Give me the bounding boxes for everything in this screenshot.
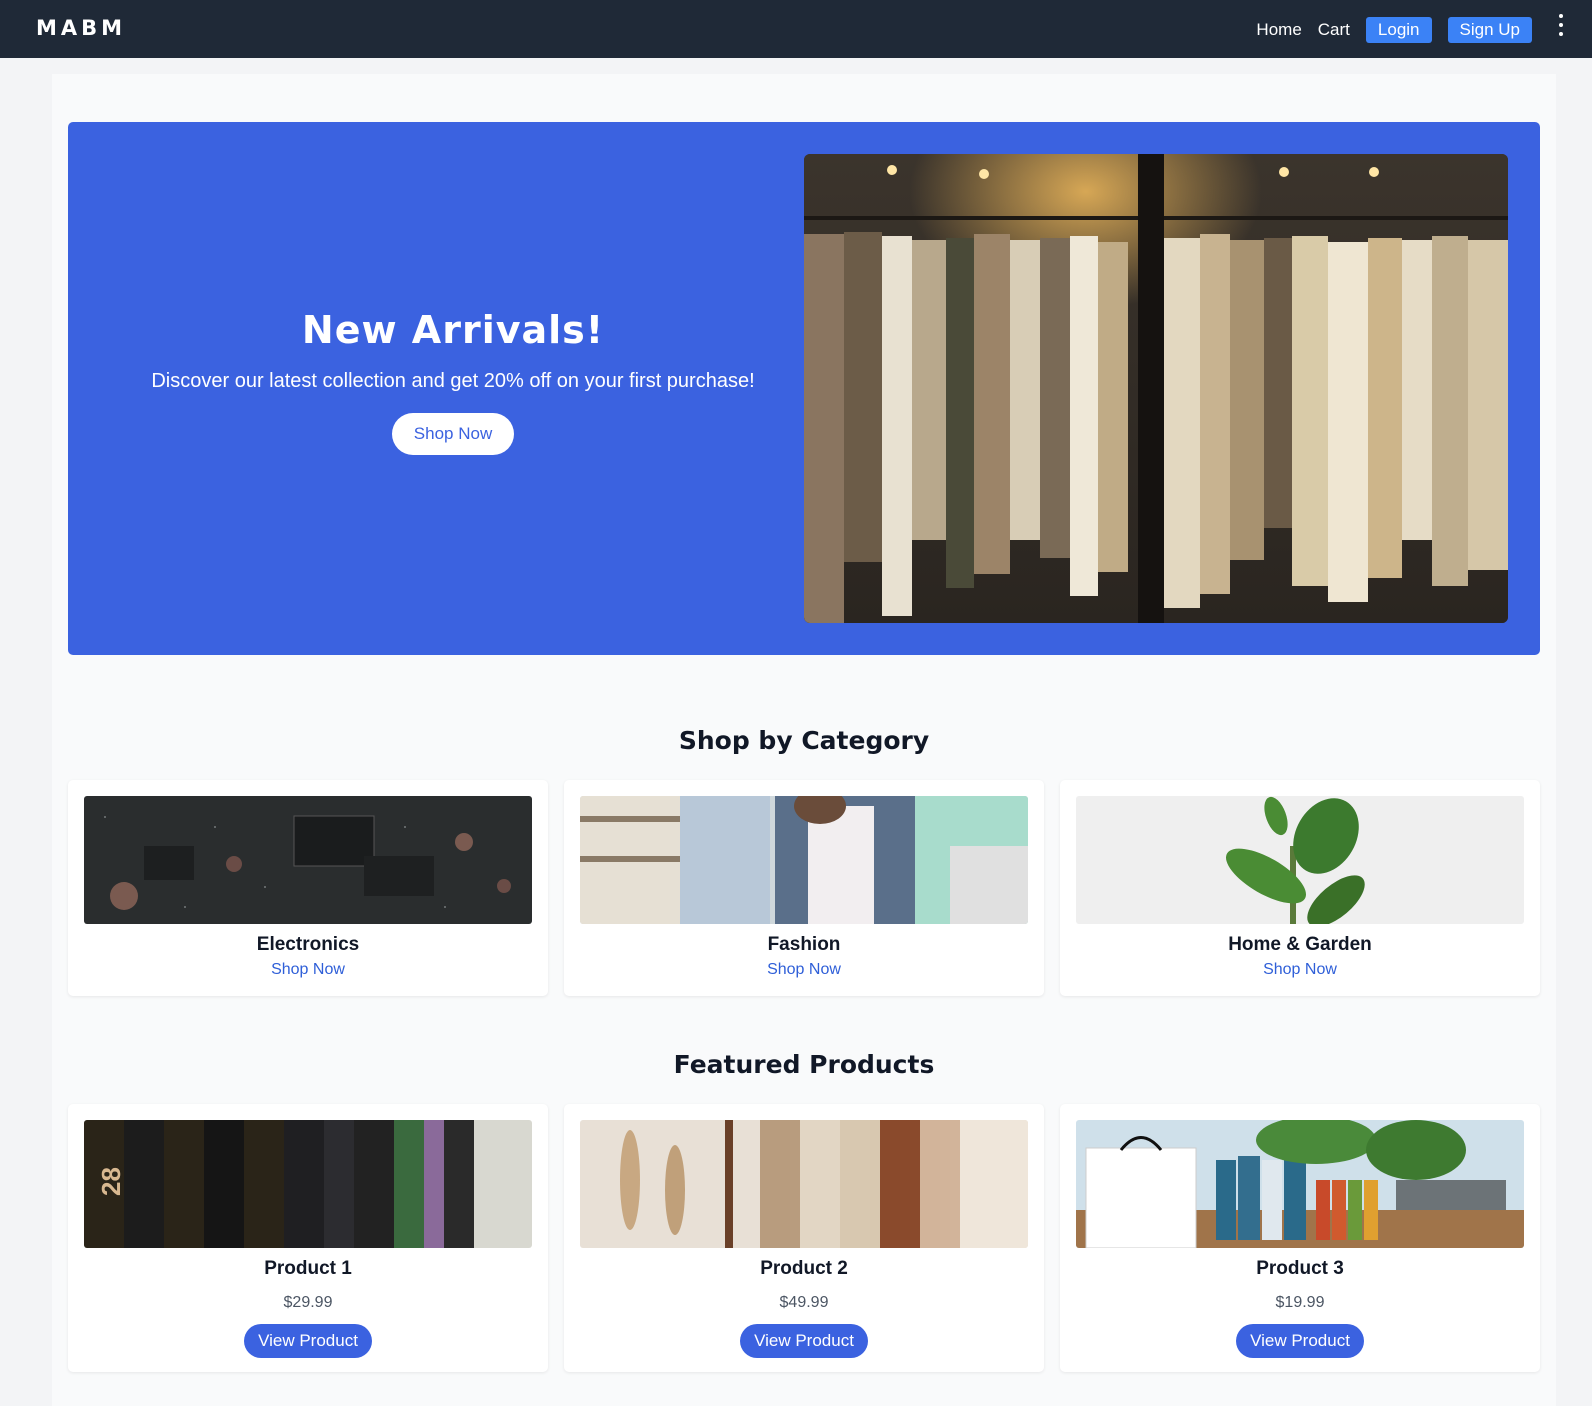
product-card-1[interactable]: 28 Product 1 $29.99 View Product — [68, 1104, 548, 1372]
site-logo[interactable]: MABM — [36, 16, 126, 40]
hero-image — [804, 154, 1508, 623]
category-image-home-garden — [1076, 796, 1524, 924]
hero-shop-now-button[interactable]: Shop Now — [392, 413, 514, 455]
product-name: Product 3 — [1256, 1258, 1344, 1279]
view-product-button[interactable]: View Product — [244, 1324, 372, 1358]
product-image-3 — [1076, 1120, 1524, 1248]
category-shop-now-link[interactable]: Shop Now — [68, 961, 548, 979]
product-name: Product 2 — [760, 1258, 848, 1279]
category-card-fashion[interactable]: Fashion Shop Now — [564, 780, 1044, 996]
product-name: Product 1 — [264, 1258, 352, 1279]
category-card-home-garden[interactable]: Home & Garden Shop Now — [1060, 780, 1540, 996]
hero-subtitle: Discover our latest collection and get 2… — [151, 370, 755, 392]
more-menu-icon[interactable] — [1556, 14, 1566, 36]
main-container: New Arrivals! Discover our latest collec… — [52, 74, 1556, 1406]
category-name: Home & Garden — [1228, 934, 1372, 955]
featured-section-title: Featured Products — [673, 1050, 935, 1079]
hero-text: New Arrivals! Discover our latest collec… — [68, 122, 838, 655]
view-product-button[interactable]: View Product — [1236, 1324, 1364, 1358]
product-price: $29.99 — [283, 1294, 333, 1311]
category-card-electronics[interactable]: Electronics Shop Now — [68, 780, 548, 996]
category-name: Fashion — [767, 934, 841, 955]
category-shop-now-link[interactable]: Shop Now — [564, 961, 1044, 979]
product-card-3[interactable]: Product 3 $19.99 View Product — [1060, 1104, 1540, 1372]
nav-links: Home Cart Login Sign Up — [1256, 17, 1532, 43]
category-image-electronics — [84, 796, 532, 924]
svg-text:28: 28 — [96, 1167, 126, 1196]
nav-home-link[interactable]: Home — [1256, 20, 1301, 40]
hero-title: New Arrivals! — [301, 308, 605, 352]
product-card-2[interactable]: Product 2 $49.99 View Product — [564, 1104, 1044, 1372]
nav-cart-link[interactable]: Cart — [1318, 20, 1350, 40]
top-navbar: MABM Home Cart Login Sign Up — [0, 0, 1592, 58]
category-image-fashion — [580, 796, 1028, 924]
product-image-1: 28 — [84, 1120, 532, 1248]
signup-button[interactable]: Sign Up — [1447, 17, 1532, 43]
product-image-2 — [580, 1120, 1028, 1248]
view-product-button[interactable]: View Product — [740, 1324, 868, 1358]
product-price: $19.99 — [1275, 1294, 1325, 1311]
category-shop-now-link[interactable]: Shop Now — [1060, 961, 1540, 979]
login-button[interactable]: Login — [1365, 17, 1432, 43]
category-section-title: Shop by Category — [678, 726, 930, 755]
category-name: Electronics — [256, 934, 360, 955]
product-price: $49.99 — [779, 1294, 829, 1311]
hero-banner: New Arrivals! Discover our latest collec… — [68, 122, 1540, 655]
